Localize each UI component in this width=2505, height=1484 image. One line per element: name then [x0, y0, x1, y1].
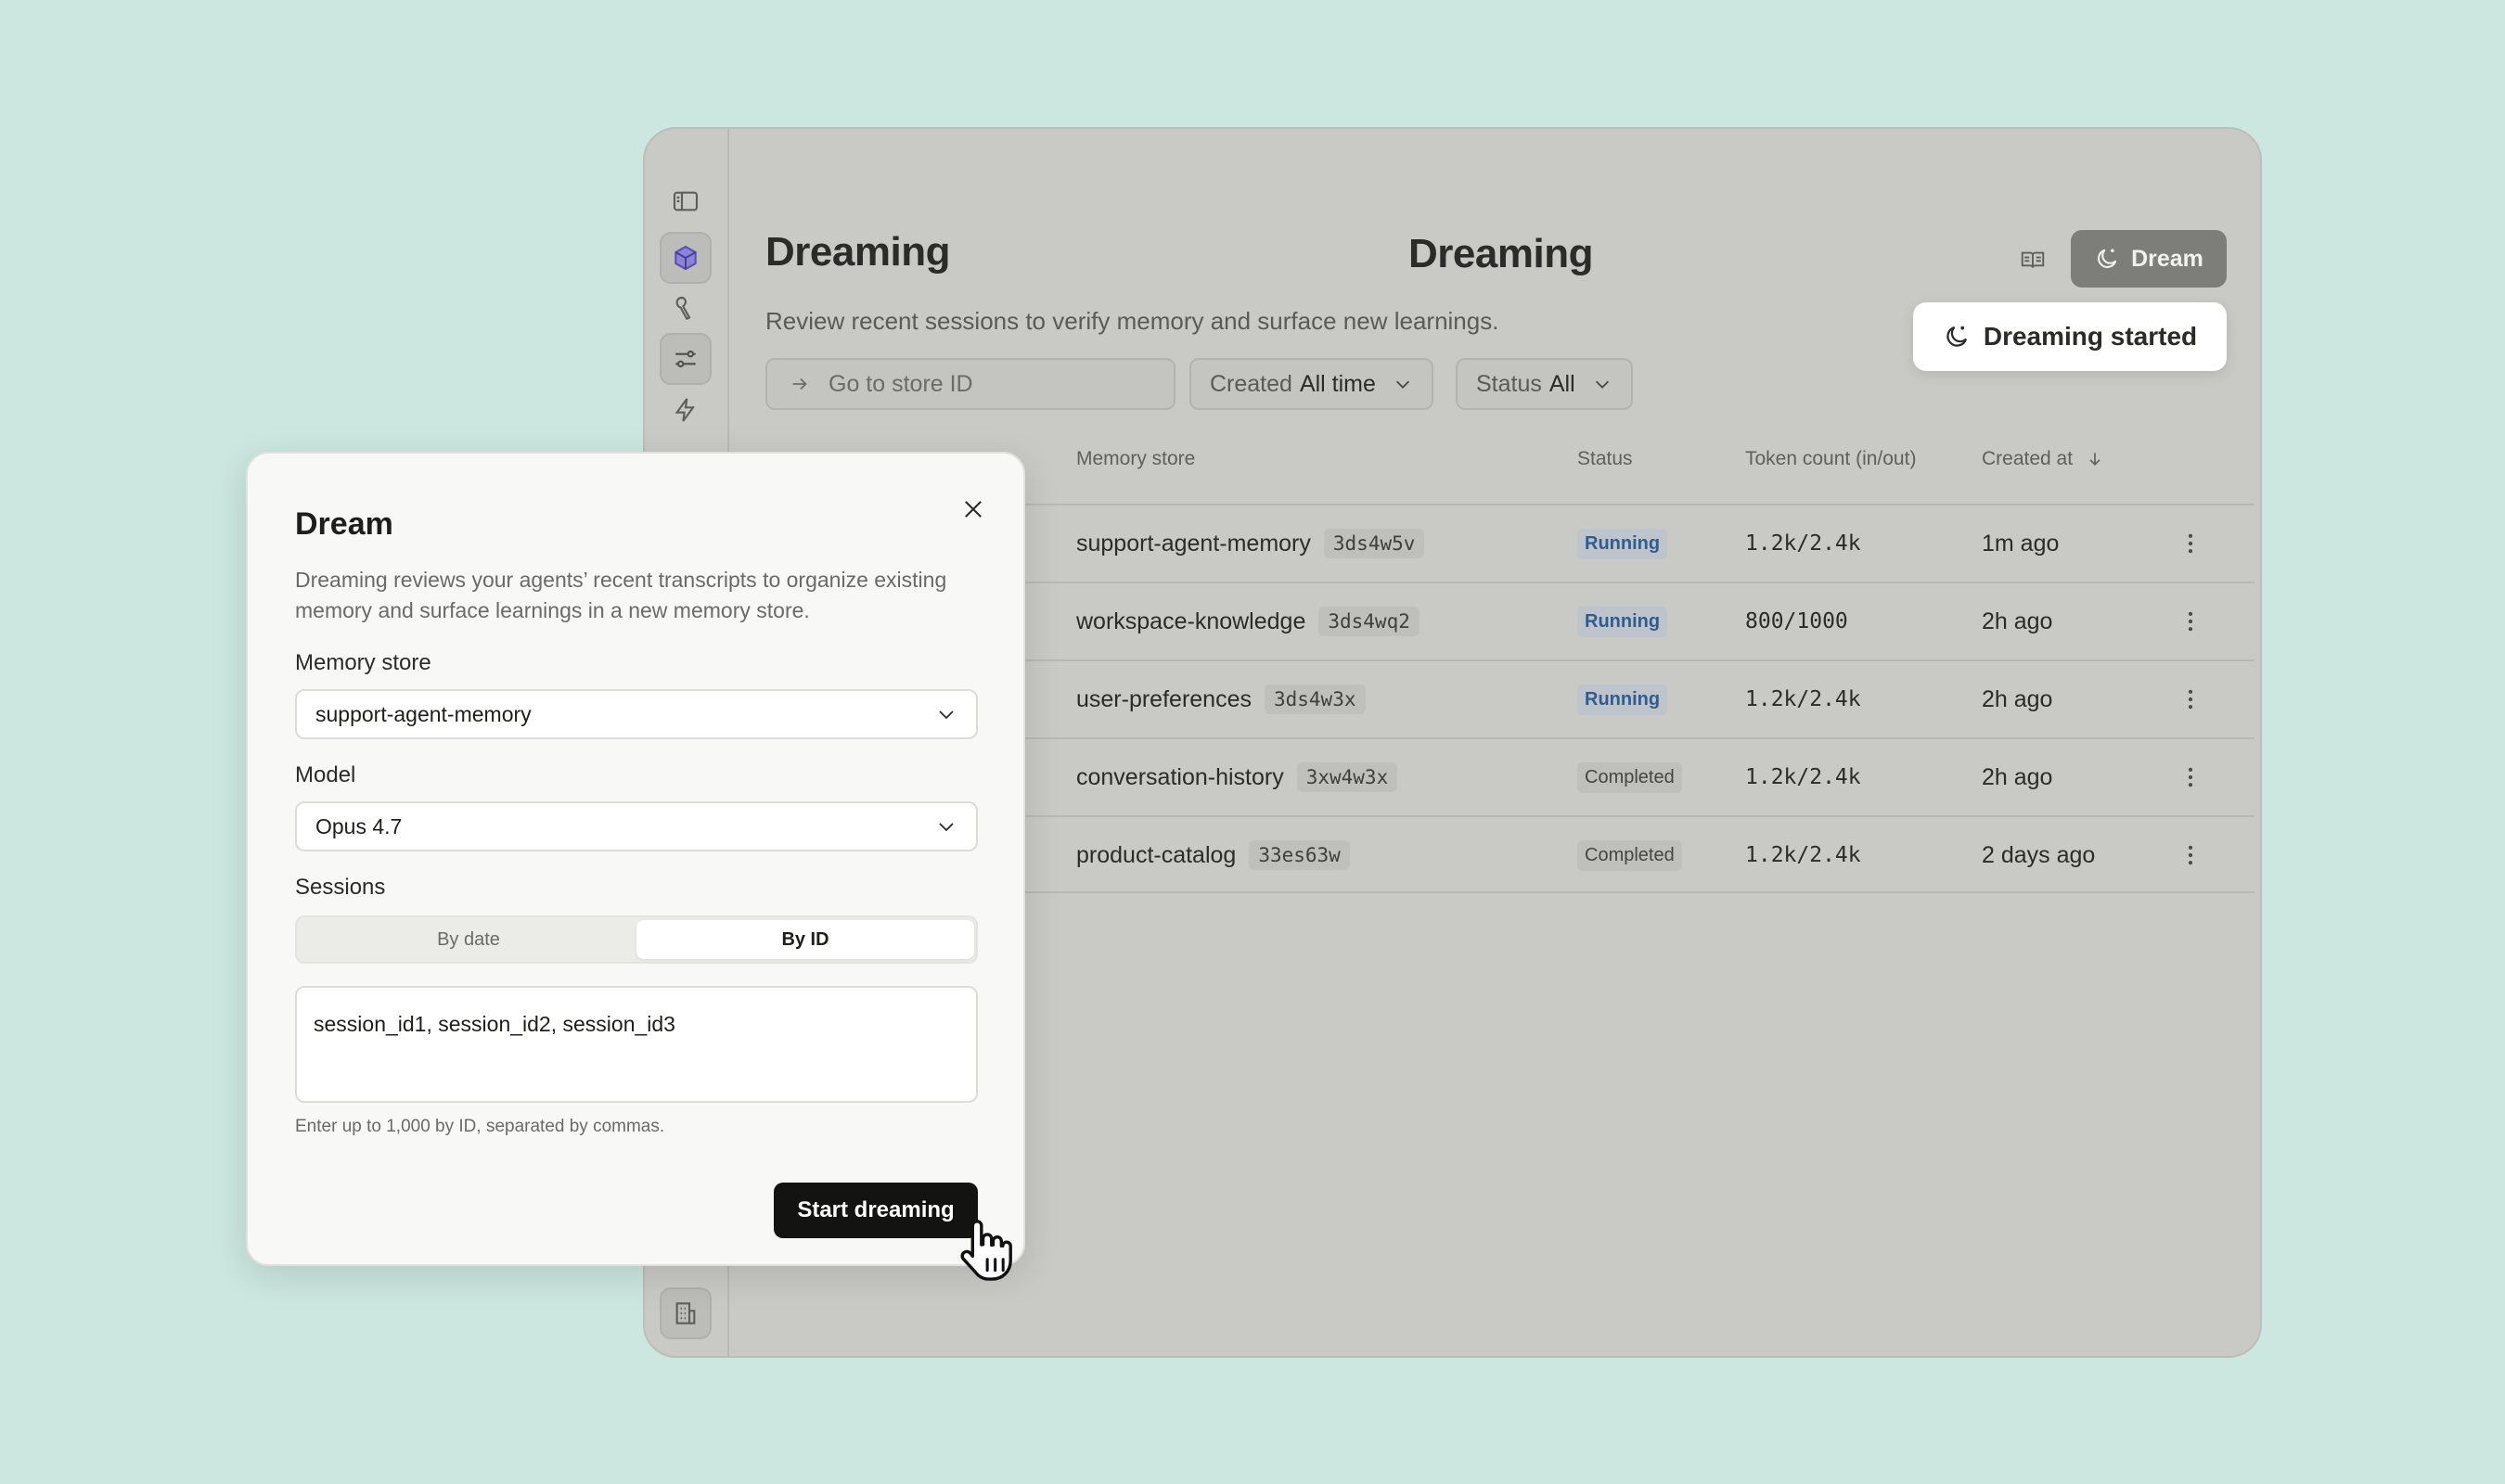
chevron-down-icon	[939, 710, 954, 720]
store-name[interactable]: product-catalog	[1076, 842, 1236, 869]
store-name[interactable]: user-preferences	[1076, 686, 1252, 713]
created-at: 2h ago	[1982, 608, 2053, 634]
memory-store-label: Memory store	[295, 650, 431, 675]
dream-modal: Dream Dreaming reviews your agents’ rece…	[246, 452, 1025, 1266]
model-label: Model	[295, 762, 356, 787]
chevron-down-icon	[939, 823, 954, 832]
store-id: 3ds4wq2	[1318, 607, 1420, 636]
status-badge: Completed	[1577, 839, 1682, 871]
modal-description: Dreaming reviews your agents’ recent tra…	[295, 568, 947, 622]
goto-placeholder: Go to store ID	[829, 370, 973, 397]
created-at: 1m ago	[1982, 530, 2060, 556]
model-value: Opus 4.7	[315, 813, 403, 838]
page-title-text: Dreaming	[765, 229, 950, 275]
more-options-icon[interactable]	[2177, 505, 2203, 582]
toast-notification: Dreaming started	[1913, 302, 2227, 371]
tab-by-date[interactable]: By date	[300, 920, 637, 959]
sessions-helper-text: Enter up to 1,000 by ID, separated by co…	[295, 1117, 665, 1136]
moon-icon	[1946, 326, 1967, 347]
token-count: 1.2k/2.4k	[1745, 765, 1861, 789]
created-at: 2 days ago	[1982, 841, 2096, 868]
sessions-label: Sessions	[295, 875, 386, 900]
page-title: Dreaming	[1408, 231, 1593, 276]
status-badge: Completed	[1577, 761, 1682, 793]
status-filter-label: Status	[1476, 370, 1542, 397]
tools-icon[interactable]	[660, 283, 712, 335]
memory-store-value: support-agent-memory	[315, 701, 532, 726]
status-badge: Running	[1577, 684, 1668, 715]
token-count: 1.2k/2.4k	[1745, 687, 1861, 711]
bolt-icon[interactable]	[660, 384, 712, 436]
status-filter-value: All	[1548, 370, 1575, 397]
created-filter-value: All time	[1299, 370, 1376, 397]
token-count: 1.2k/2.4k	[1745, 531, 1861, 556]
status-badge: Running	[1577, 528, 1668, 559]
dream-button[interactable]: Dream	[2071, 230, 2227, 288]
created-at: 2h ago	[1982, 685, 2053, 712]
created-filter-dropdown[interactable]: Created All time	[1189, 358, 1433, 410]
status-filter-dropdown[interactable]: Status All	[1456, 358, 1633, 410]
more-options-icon[interactable]	[2177, 661, 2203, 737]
sessions-textarea[interactable]: session_id1, session_id2, session_id3	[295, 986, 978, 1103]
memory-store-select[interactable]: support-agent-memory	[295, 689, 978, 739]
close-icon[interactable]	[953, 489, 994, 530]
arrow-down-icon	[2089, 453, 2100, 467]
sessions-mode-toggle: By date By ID	[295, 915, 978, 964]
start-dreaming-button[interactable]: Start dreaming	[774, 1183, 978, 1238]
sidebar-toggle-icon[interactable]	[660, 175, 712, 227]
tab-by-id[interactable]: By ID	[636, 920, 974, 959]
more-options-icon[interactable]	[2177, 583, 2203, 659]
created-filter-label: Created	[1210, 370, 1292, 397]
more-options-icon[interactable]	[2177, 817, 2203, 893]
chevron-down-icon	[1595, 380, 1609, 389]
filters-icon[interactable]	[660, 333, 712, 385]
token-count: 800/1000	[1745, 609, 1848, 633]
model-select[interactable]: Opus 4.7	[295, 801, 978, 851]
dream-button-label: Dream	[2131, 245, 2203, 272]
column-token-count[interactable]: Token count (in/out)	[1745, 448, 1916, 470]
created-at: 2h ago	[1982, 763, 2053, 790]
store-id: 3xw4w3x	[1296, 762, 1398, 792]
page-subtitle: Review recent sessions to verify memory …	[765, 307, 1499, 335]
store-name[interactable]: support-agent-memory	[1076, 531, 1311, 557]
column-memory-store[interactable]: Memory store	[1076, 448, 1195, 470]
column-created-at[interactable]: Created at	[1982, 448, 2104, 470]
column-status[interactable]: Status	[1577, 448, 1633, 470]
more-options-icon[interactable]	[2177, 739, 2203, 815]
token-count: 1.2k/2.4k	[1745, 843, 1861, 867]
hand-cursor-icon	[960, 1220, 1012, 1281]
store-id: 3ds4w3x	[1264, 684, 1366, 714]
store-id: 3ds4w5v	[1323, 529, 1425, 558]
cube-icon[interactable]	[660, 232, 712, 284]
goto-store-input[interactable]: Go to store ID	[765, 358, 1175, 410]
moon-icon	[2098, 249, 2117, 268]
docs-icon[interactable]	[2007, 234, 2059, 286]
store-name[interactable]: conversation-history	[1076, 764, 1284, 791]
status-badge: Running	[1577, 606, 1668, 637]
store-id: 33es63w	[1249, 840, 1350, 870]
arrow-right-icon	[792, 377, 807, 390]
toast-text: Dreaming started	[1983, 322, 2198, 351]
column-created-at-label: Created at	[1982, 448, 2074, 469]
building-icon[interactable]	[660, 1287, 712, 1339]
store-name[interactable]: workspace-knowledge	[1076, 608, 1305, 635]
modal-title: Dream	[295, 506, 393, 542]
chevron-down-icon	[1395, 380, 1409, 389]
